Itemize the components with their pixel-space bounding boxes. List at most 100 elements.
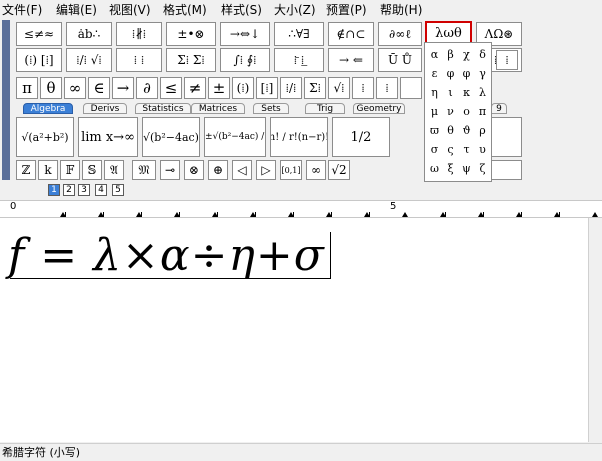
symbol-interval[interactable]: [0,1] [280, 160, 302, 180]
greek-symbol[interactable]: ο [458, 103, 475, 120]
ruler-tab-stop[interactable] [136, 212, 142, 217]
palette-embellishments[interactable]: ⁞∦⁞ [116, 22, 162, 46]
palette-fences[interactable]: (⁞) [⁞] [16, 48, 62, 72]
template-one-half[interactable]: 1/2 [332, 117, 390, 157]
formula-text[interactable]: f = λ×α÷η+σ [8, 230, 325, 281]
template-misc[interactable] [400, 77, 422, 99]
symbol-k[interactable]: k [38, 160, 58, 180]
greek-symbol[interactable]: θ [442, 122, 459, 139]
palette-relations[interactable]: ≤≠≈ [16, 22, 62, 46]
symbol-integers[interactable]: ℤ [16, 160, 36, 180]
palette-matrix-template[interactable]: ⁞ [496, 50, 518, 70]
tab-matrices[interactable]: Matrices [191, 103, 245, 114]
template-combination[interactable]: n! / r!(n−r)! [270, 117, 328, 157]
greek-symbol[interactable]: υ [474, 141, 491, 158]
greek-symbol[interactable]: ε [426, 65, 443, 82]
greek-symbol[interactable]: α [426, 46, 443, 63]
template-sum[interactable]: Σ⁞ [304, 77, 326, 99]
tab-9[interactable]: 9 [491, 103, 507, 114]
symbol-infinity-small[interactable]: ∞ [306, 160, 326, 180]
ruler-tab-stop[interactable] [592, 212, 598, 217]
greek-symbol[interactable]: π [474, 103, 491, 120]
symbol-s[interactable]: 𝕊 [82, 160, 102, 180]
palette-logic[interactable]: ∴∀∃ [274, 22, 324, 46]
symbol-fraktur-m[interactable]: 𝔐 [132, 160, 156, 180]
symbol-pi[interactable]: π [16, 77, 38, 99]
toolbar-grip[interactable] [2, 20, 10, 180]
symbol-fraktur-a[interactable]: 𝔄 [104, 160, 124, 180]
template-discriminant[interactable]: √(b²−4ac) [142, 117, 200, 157]
greek-symbol[interactable]: τ [458, 141, 475, 158]
vertical-scrollbar[interactable] [588, 218, 602, 442]
template-limit[interactable]: lim x→∞ [78, 117, 138, 157]
greek-symbol[interactable]: ν [442, 103, 459, 120]
template-brackets[interactable]: [⁞] [256, 77, 278, 99]
symbol-field-f[interactable]: 𝔽 [60, 160, 80, 180]
menu-edit[interactable]: 编辑(E) [56, 1, 97, 18]
tab-trig[interactable]: Trig [305, 103, 345, 114]
palette-bars[interactable]: ⁞̄ ⁞̲ [274, 48, 324, 72]
symbol-right-triangle[interactable]: ▷ [256, 160, 276, 180]
toolbar-page-1[interactable]: 1 [48, 184, 60, 196]
palette-products[interactable]: Ū Ů [378, 48, 422, 72]
template-pythagorean[interactable]: √(a²+b²) [16, 117, 74, 157]
menu-size[interactable]: 大小(Z) [274, 1, 316, 18]
symbol-otimes[interactable]: ⊗ [184, 160, 204, 180]
greek-symbol[interactable]: η [426, 84, 443, 101]
menu-file[interactable]: 文件(F) [2, 1, 42, 18]
ruler-tab-stop[interactable] [98, 212, 104, 217]
greek-symbol[interactable]: φ [442, 65, 459, 82]
greek-symbol[interactable]: ψ [458, 160, 475, 177]
menu-view[interactable]: 视图(V) [109, 1, 151, 18]
greek-symbol[interactable]: ι [442, 84, 459, 101]
palette-labeled-arrows[interactable]: → ⇐ [328, 48, 374, 72]
ruler-tab-stop[interactable] [478, 212, 484, 217]
tab-algebra[interactable]: Algebra [23, 103, 73, 114]
symbol-sqrt2[interactable]: √2 [328, 160, 350, 180]
menu-style[interactable]: 样式(S) [221, 1, 262, 18]
greek-symbol[interactable]: χ [458, 46, 475, 63]
toolbar-page-5[interactable]: 5 [112, 184, 124, 196]
greek-symbol[interactable]: σ [426, 141, 443, 158]
toolbar-page-4[interactable]: 4 [95, 184, 107, 196]
toolbar-page-2[interactable]: 2 [63, 184, 75, 196]
ruler-tab-stop[interactable] [440, 212, 446, 217]
palette-sums[interactable]: Σ⁞ Σ⁞ [166, 48, 216, 72]
menu-help[interactable]: 帮助(H) [380, 1, 422, 18]
palette-integrals[interactable]: ∫⁞ ∮⁞ [220, 48, 270, 72]
symbol-right-arrow[interactable]: → [112, 77, 134, 99]
ruler-tab-stop[interactable] [364, 212, 370, 217]
palette-arrows[interactable]: →⇔↓ [220, 22, 270, 46]
palette-misc[interactable]: ∂∞ℓ [378, 22, 422, 46]
greek-symbol[interactable]: ϑ [458, 122, 475, 139]
ruler-tab-stop[interactable] [288, 212, 294, 217]
greek-symbol[interactable]: ω [426, 160, 443, 177]
palette-fractions[interactable]: ⁞/⁞ √⁞ [66, 48, 112, 72]
ruler-tab-stop[interactable] [516, 212, 522, 217]
tab-geometry[interactable]: Geometry [353, 103, 405, 114]
equation-editor-area[interactable]: f = λ×α÷η+σ [0, 218, 588, 442]
greek-symbol[interactable]: λ [474, 84, 491, 101]
palette-scripts[interactable]: ⁞ ⁞ [116, 48, 162, 72]
template-quadratic[interactable]: −b±√(b²−4ac) / 2a [204, 117, 266, 157]
menu-format[interactable]: 格式(M) [163, 1, 207, 18]
symbol-infinity[interactable]: ∞ [64, 77, 86, 99]
greek-symbol[interactable]: ρ [474, 122, 491, 139]
template-subscript[interactable]: ⁞ [352, 77, 374, 99]
symbol-left-triangle[interactable]: ◁ [232, 160, 252, 180]
symbol-element-of[interactable]: ∈ [88, 77, 110, 99]
symbol-not-equal[interactable]: ≠ [184, 77, 206, 99]
template-parentheses[interactable]: (⁞) [232, 77, 254, 99]
palette-operators[interactable]: ±•⊗ [166, 22, 216, 46]
tab-sets[interactable]: Sets [253, 103, 289, 114]
greek-symbol[interactable]: φ [458, 65, 475, 82]
ruler-tab-stop[interactable] [554, 212, 560, 217]
greek-symbol[interactable]: γ [474, 65, 491, 82]
template-root[interactable]: √⁞ [328, 77, 350, 99]
tab-statistics[interactable]: Statistics [135, 103, 191, 114]
greek-symbol[interactable]: ξ [442, 160, 459, 177]
symbol-plus-minus[interactable]: ± [208, 77, 230, 99]
symbol-oplus[interactable]: ⊕ [208, 160, 228, 180]
ruler-tab-stop[interactable] [174, 212, 180, 217]
greek-symbol[interactable]: ς [442, 141, 459, 158]
